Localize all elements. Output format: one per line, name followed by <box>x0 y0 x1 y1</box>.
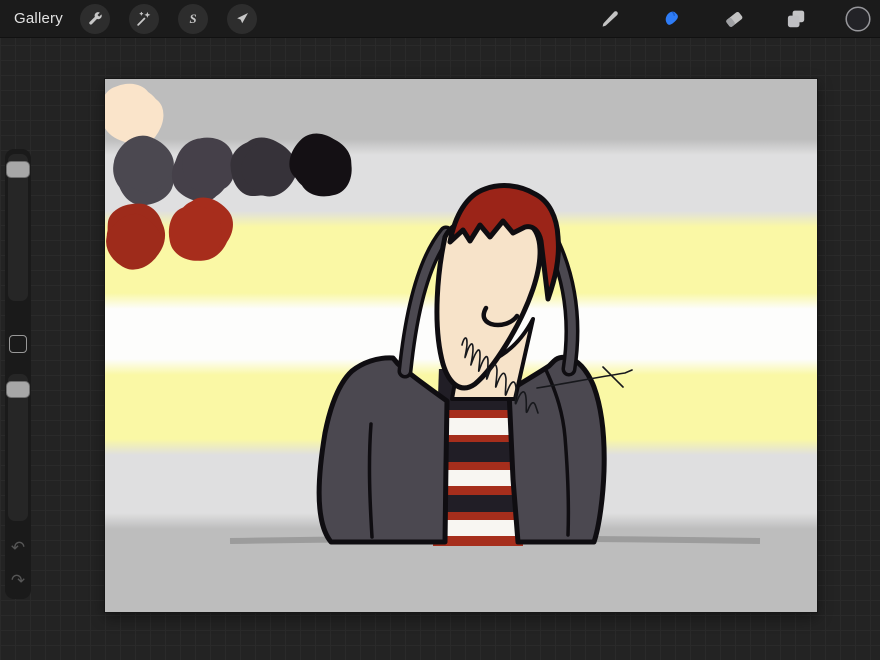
toolbar-right-group <box>597 5 880 32</box>
actions-button[interactable] <box>79 3 110 34</box>
transform-button[interactable] <box>226 3 257 34</box>
modify-button[interactable] <box>9 335 27 353</box>
layers-icon <box>787 10 805 27</box>
portrait-drawing <box>229 183 761 546</box>
toolbar-left-group: Gallery S <box>0 3 276 34</box>
brush-sidebar: ↶ ↷ <box>5 149 31 599</box>
smudge-tool-button[interactable] <box>659 6 685 32</box>
redo-button[interactable]: ↷ <box>5 572 31 589</box>
erase-tool-button[interactable] <box>721 6 747 32</box>
undo-button[interactable]: ↶ <box>5 539 31 556</box>
smudge-finger-icon <box>665 10 678 25</box>
wrench-icon <box>89 11 102 25</box>
selection-glyph: S <box>189 12 196 26</box>
hoodie-left-panel <box>316 355 450 545</box>
move-arrow-icon <box>237 12 248 23</box>
top-toolbar: Gallery S <box>0 0 880 38</box>
brush-size-handle[interactable] <box>6 161 30 178</box>
eraser-icon <box>726 11 743 27</box>
drawing-canvas[interactable] <box>105 79 817 612</box>
color-button[interactable] <box>845 5 871 32</box>
brush-icon <box>602 10 618 27</box>
color-circle-icon <box>845 5 871 32</box>
gallery-button[interactable]: Gallery <box>14 10 63 27</box>
procreate-app: Gallery S ↶ ↷ <box>0 0 880 660</box>
opacity-slider[interactable] <box>6 374 30 521</box>
paint-tool-button[interactable] <box>597 6 623 32</box>
selection-s-icon: S <box>189 12 196 26</box>
brush-size-slider[interactable] <box>6 154 30 301</box>
opacity-handle[interactable] <box>6 381 30 398</box>
adjustments-button[interactable] <box>128 3 159 34</box>
magic-wand-icon <box>137 11 151 26</box>
selection-button[interactable]: S <box>177 3 208 34</box>
layers-button[interactable] <box>783 6 809 32</box>
